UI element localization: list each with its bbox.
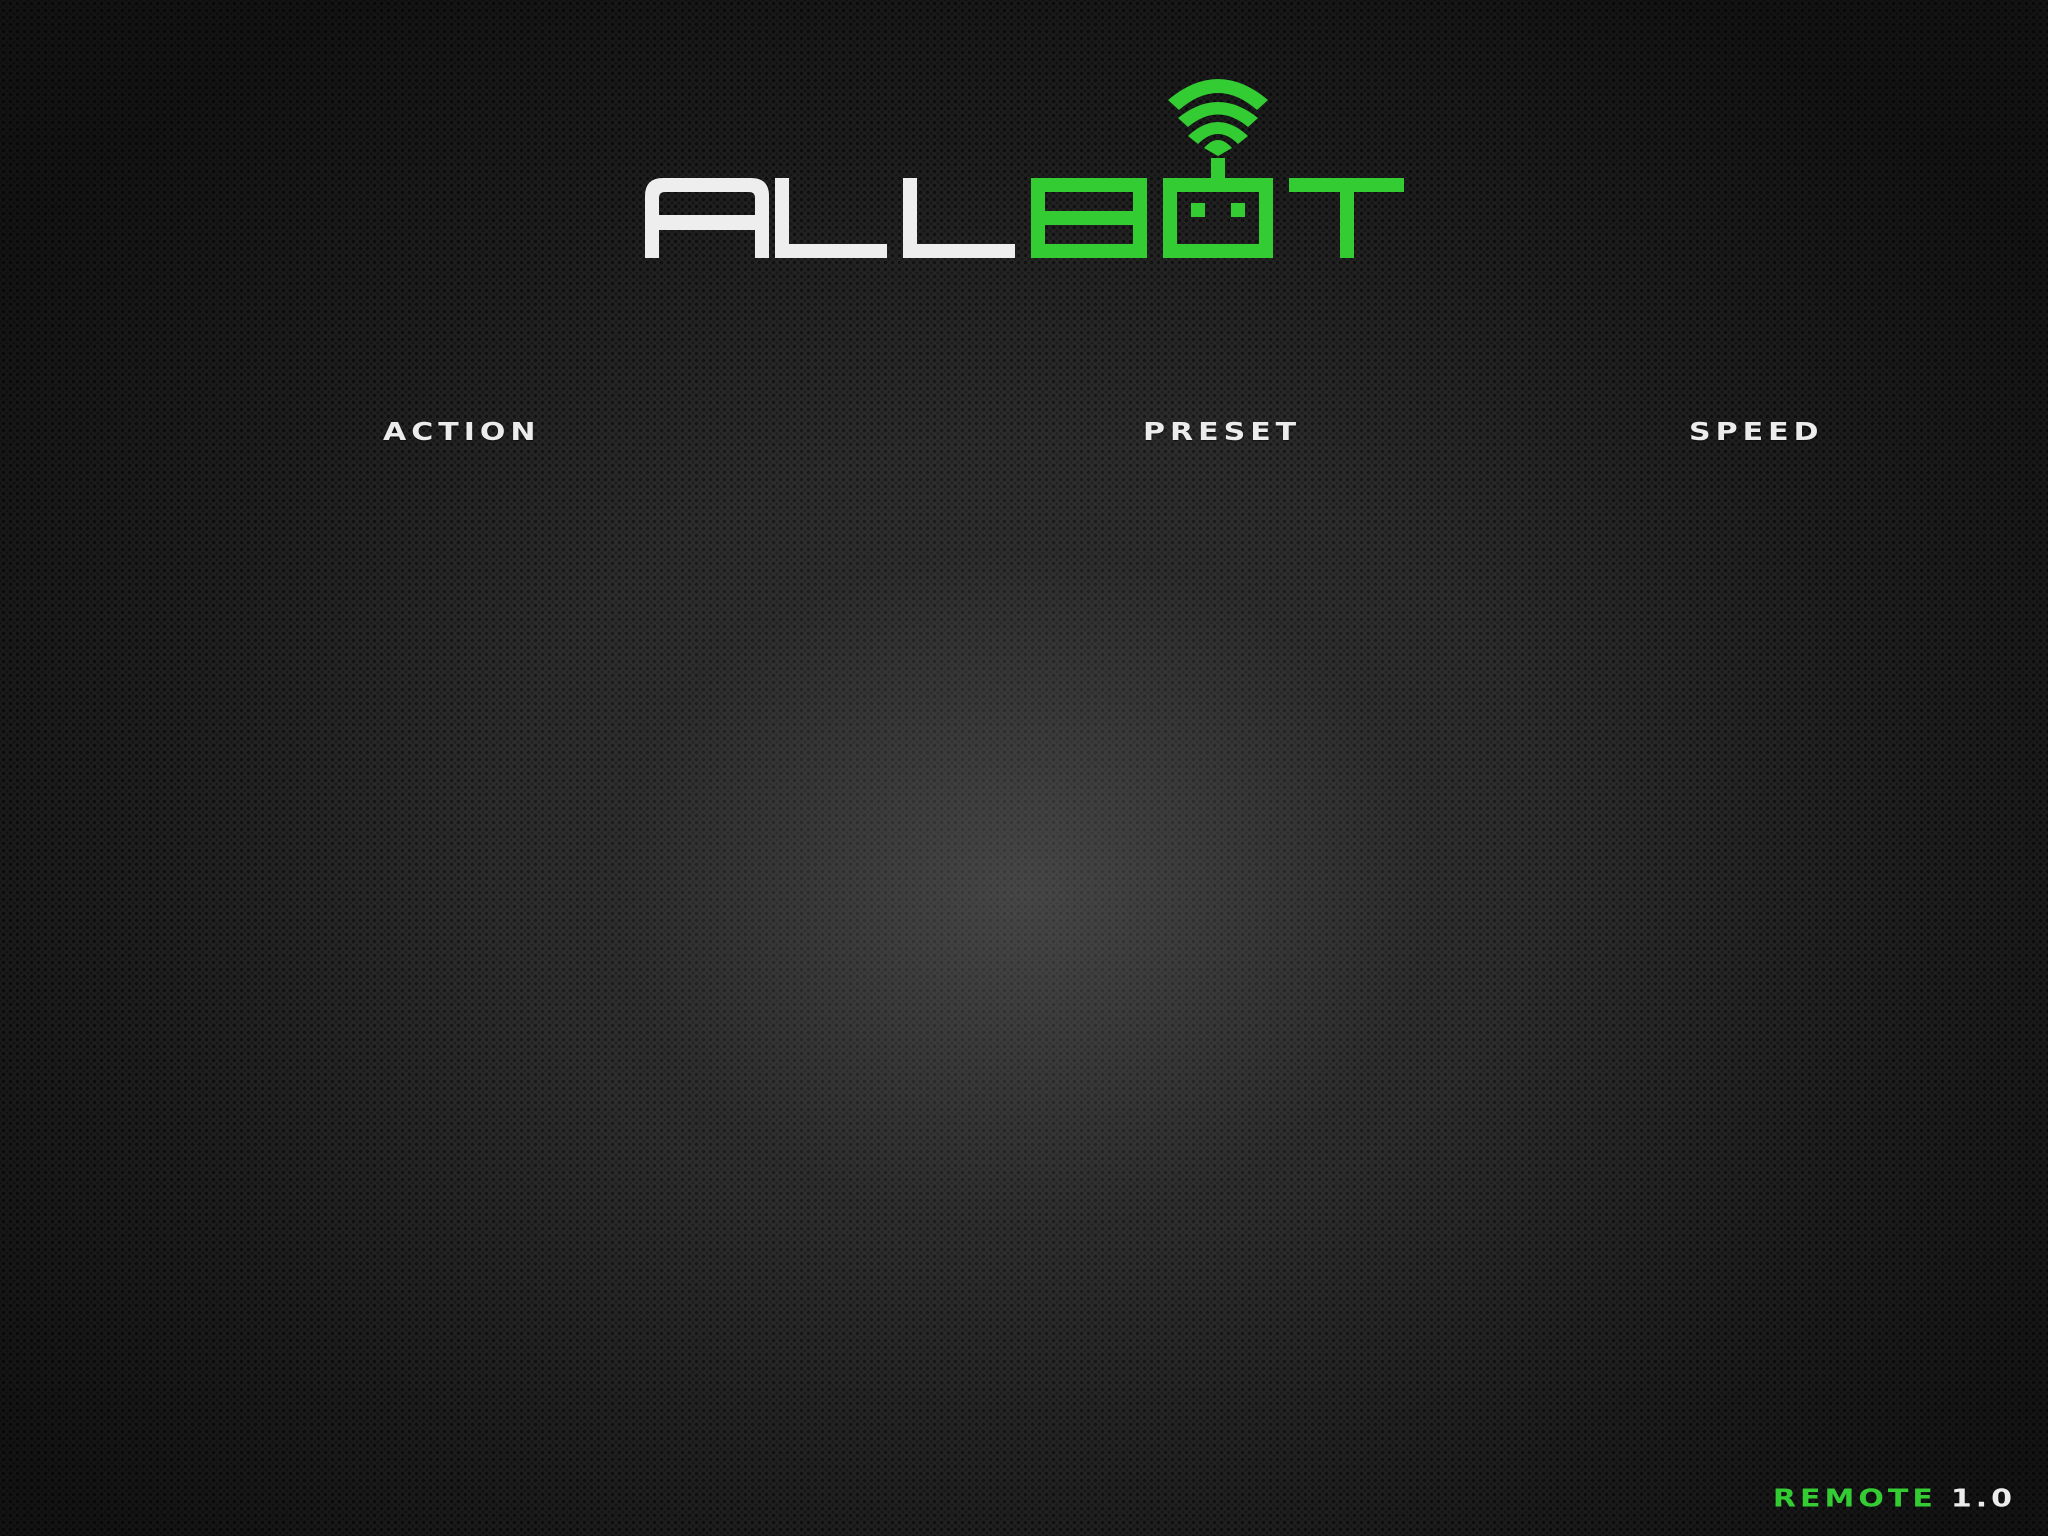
version-product-name: REMOTE: [1772, 1484, 1937, 1514]
robot-antenna: [1211, 158, 1225, 178]
section-label-speed: SPEED: [1689, 418, 1824, 447]
robot-eye-left: [1191, 203, 1205, 217]
logo-bot-letters: [1031, 79, 1404, 258]
section-label-action: ACTION: [383, 418, 541, 447]
logo-all-letters: [645, 178, 1015, 258]
logo-letter-l1: [775, 178, 887, 258]
wifi-icon-dot: [1204, 140, 1232, 156]
app-version-badge: REMOTE 1.0: [1773, 1484, 2016, 1514]
robot-eye-right: [1231, 203, 1245, 217]
logo-letter-a: [645, 178, 769, 258]
logo-letter-o-robot: [1163, 178, 1273, 258]
section-label-preset: PRESET: [1143, 418, 1302, 447]
version-number: 1.0: [1950, 1484, 2016, 1514]
logo-letter-t: [1289, 178, 1404, 258]
logo-letter-l2: [903, 178, 1015, 258]
logo-letter-b: [1031, 178, 1147, 258]
logo-graphic: [645, 79, 1404, 258]
allbot-logo: ALL BOT: [0, 0, 2048, 300]
